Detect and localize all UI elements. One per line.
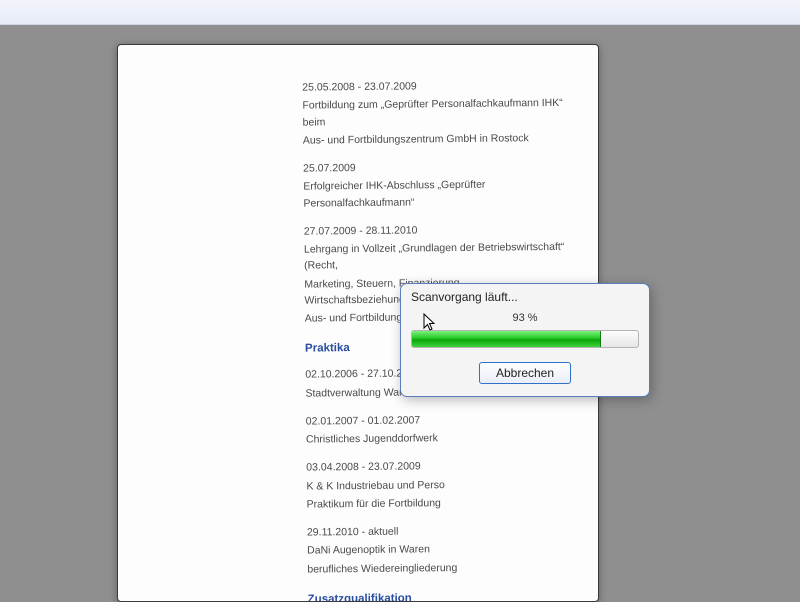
entry-line: Lehrgang in Vollzeit „Grundlagen der Bet… xyxy=(304,239,569,274)
entry-date: 02.01.2007 - 01.02.2007 xyxy=(306,411,571,430)
progress-bar-fill xyxy=(412,331,601,347)
entry-line: Christliches Jugenddorfwerk xyxy=(306,429,571,448)
entry-date: 25.05.2008 - 23.07.2009 xyxy=(302,77,567,96)
entry-date: 25.07.2009 xyxy=(303,158,568,177)
entry-date: 27.07.2009 - 28.11.2010 xyxy=(304,221,569,240)
entry-line: Praktikum für die Fortbildung xyxy=(307,494,572,513)
progress-percent-label: 93 % xyxy=(411,312,639,324)
cv-entry: 02.01.2007 - 01.02.2007 Christliches Jug… xyxy=(306,411,571,448)
scan-progress-dialog: Scanvorgang läuft... 93 % Abbrechen xyxy=(400,283,650,397)
entry-date: 03.04.2008 - 23.07.2009 xyxy=(306,457,571,476)
entry-line: DaNi Augenoptik in Waren xyxy=(307,540,572,559)
app-toolbar-strip xyxy=(0,0,800,25)
cv-entry: 25.05.2008 - 23.07.2009 Fortbildung zum … xyxy=(302,77,568,149)
cv-entry: 29.11.2010 - aktuell DaNi Augenoptik in … xyxy=(307,522,573,578)
entry-line: Aus- und Fortbildungszentrum GmbH in Ros… xyxy=(303,130,568,149)
entry-line: Erfolgreicher IHK-Abschluss „Geprüfter P… xyxy=(303,176,568,211)
cv-entry: 25.07.2009 Erfolgreicher IHK-Abschluss „… xyxy=(303,158,569,212)
entry-line: Fortbildung zum „Geprüfter Personalfachk… xyxy=(302,95,567,130)
cv-entry: 03.04.2008 - 23.07.2009 K & K Industrieb… xyxy=(306,457,572,513)
entry-line: K & K Industriebau und Perso xyxy=(306,475,571,494)
entry-date: 29.11.2010 - aktuell xyxy=(307,522,572,541)
entry-line: berufliches Wiedereingliederung xyxy=(307,558,572,577)
dialog-title: Scanvorgang läuft... xyxy=(401,284,649,312)
cancel-button[interactable]: Abbrechen xyxy=(479,362,571,384)
dialog-body: 93 % Abbrechen xyxy=(401,312,649,396)
section-zusatz: Zusatzqualifikation xyxy=(308,589,573,602)
progress-bar xyxy=(411,330,639,348)
